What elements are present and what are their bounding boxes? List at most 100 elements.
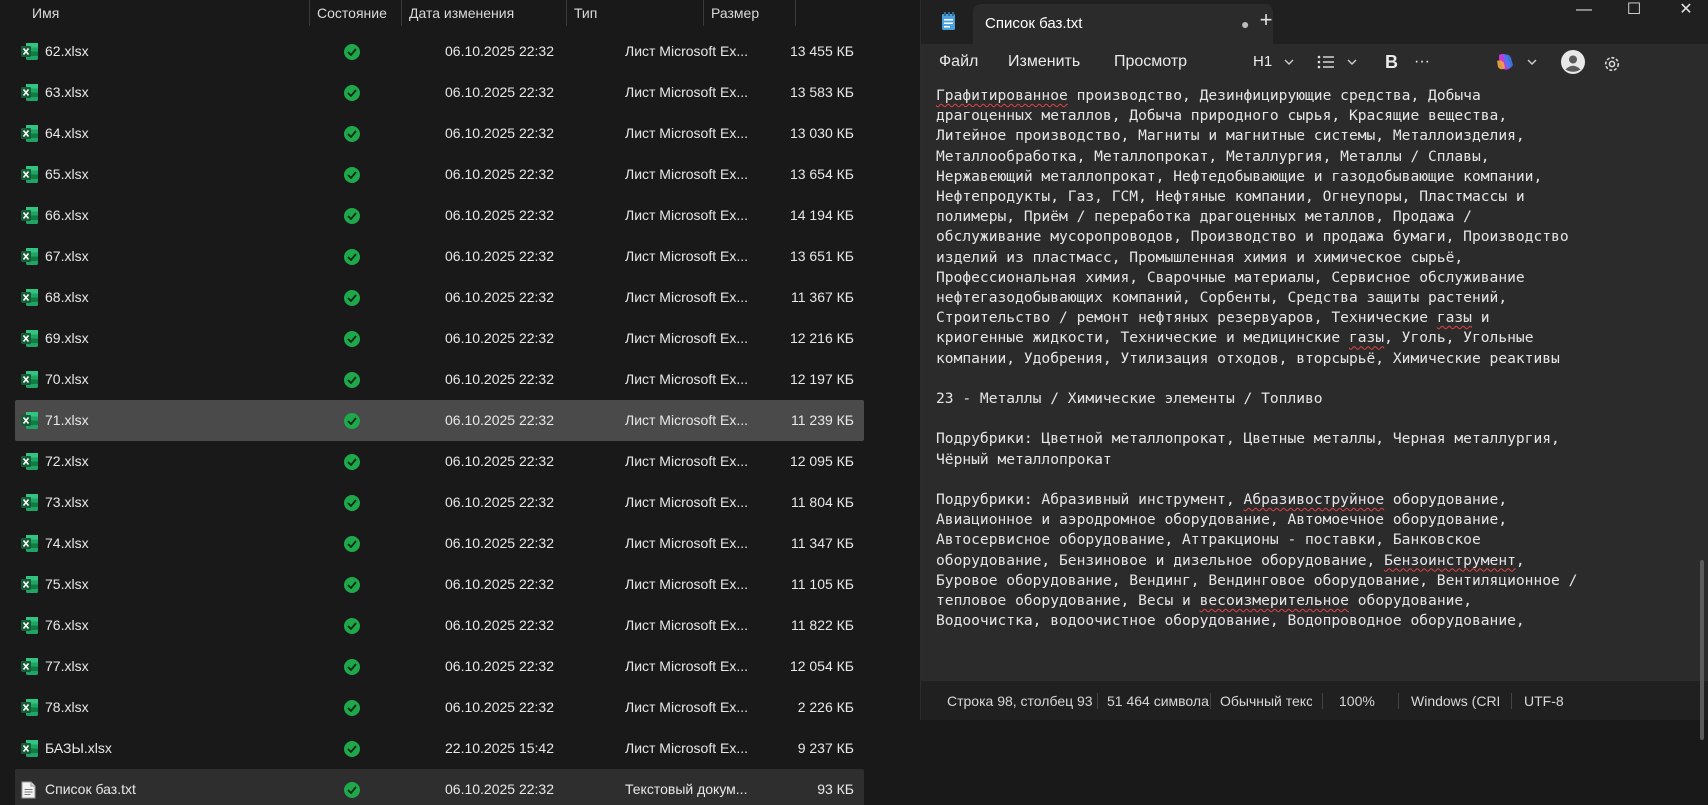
column-header-size[interactable]: Размер bbox=[705, 0, 759, 26]
file-name[interactable]: 78.xlsx bbox=[45, 687, 89, 728]
file-row[interactable]: 66.xlsx 06.10.2025 22:32 Лист Microsoft Ex… bbox=[15, 195, 864, 236]
title-bar: Список баз.txt ● + — ☐ ✕ bbox=[921, 0, 1708, 44]
column-header-type[interactable]: Тип bbox=[568, 0, 597, 26]
file-name[interactable]: 64.xlsx bbox=[45, 113, 89, 154]
file-name[interactable]: 74.xlsx bbox=[45, 523, 89, 564]
file-name[interactable]: 71.xlsx bbox=[45, 400, 89, 441]
excel-icon bbox=[21, 318, 39, 359]
settings-button[interactable] bbox=[1602, 52, 1622, 72]
excel-icon bbox=[21, 113, 39, 154]
sync-ok-icon bbox=[344, 769, 364, 805]
column-divider[interactable] bbox=[401, 0, 402, 26]
file-modified-date: 06.10.2025 22:32 bbox=[445, 494, 554, 510]
unsaved-indicator-icon[interactable]: ● bbox=[1241, 4, 1249, 44]
close-button[interactable]: ✕ bbox=[1663, 0, 1708, 20]
file-name[interactable]: 68.xlsx bbox=[45, 277, 89, 318]
file-row[interactable]: 68.xlsx 06.10.2025 22:32 Лист Microsoft Ex… bbox=[15, 277, 864, 318]
zoom-level[interactable]: 100% bbox=[1339, 681, 1399, 721]
file-row[interactable]: 76.xlsx 06.10.2025 22:32 Лист Microsoft Ex… bbox=[15, 605, 864, 646]
file-row[interactable]: 78.xlsx 06.10.2025 22:32 Лист Microsoft Ex… bbox=[15, 687, 864, 728]
status-divider bbox=[1322, 693, 1323, 709]
file-size: 11 367 КБ bbox=[790, 289, 854, 305]
file-name[interactable]: 75.xlsx bbox=[45, 564, 89, 605]
file-row[interactable]: 62.xlsx 06.10.2025 22:32 Лист Microsoft Ex… bbox=[15, 31, 864, 72]
tab-document[interactable]: Список баз.txt ● bbox=[973, 4, 1273, 44]
vertical-scrollbar[interactable] bbox=[1700, 560, 1704, 740]
text-line: драгоценных металлов, Добыча природного … bbox=[936, 107, 1508, 125]
file-row[interactable]: БАЗЫ.xlsx 22.10.2025 15:42 Лист Microsoft … bbox=[15, 728, 864, 769]
file-name[interactable]: 70.xlsx bbox=[45, 359, 89, 400]
file-name[interactable]: 65.xlsx bbox=[45, 154, 89, 195]
file-size: 12 197 КБ bbox=[789, 371, 854, 387]
menu-bar: Файл Изменить Просмотр H1 B ··· bbox=[921, 44, 1708, 80]
excel-icon bbox=[21, 482, 39, 523]
file-modified-date: 06.10.2025 22:32 bbox=[445, 535, 554, 551]
column-header-name[interactable]: Имя bbox=[26, 0, 59, 26]
menu-view[interactable]: Просмотр bbox=[1114, 44, 1187, 80]
menu-edit[interactable]: Изменить bbox=[1008, 44, 1080, 80]
file-name[interactable]: 62.xlsx bbox=[45, 31, 89, 72]
file-row[interactable]: 77.xlsx 06.10.2025 22:32 Лист Microsoft Ex… bbox=[15, 646, 864, 687]
column-divider[interactable] bbox=[703, 0, 704, 26]
text-line: Подрубрики: Абразивный инструмент, Абраз… bbox=[936, 491, 1508, 509]
file-name[interactable]: Список баз.txt bbox=[45, 769, 136, 805]
bold-button[interactable]: B bbox=[1385, 44, 1398, 80]
encoding[interactable]: UTF-8 bbox=[1524, 681, 1584, 721]
spelling-underline: газы bbox=[1348, 329, 1385, 347]
file-name[interactable]: 69.xlsx bbox=[45, 318, 89, 359]
file-row[interactable]: 67.xlsx 06.10.2025 22:32 Лист Microsoft Ex… bbox=[15, 236, 864, 277]
text-line: оборудование, Бензиновое и дизельное обо… bbox=[936, 551, 1525, 569]
file-list: 62.xlsx 06.10.2025 22:32 Лист Microsoft Ex… bbox=[15, 31, 864, 805]
file-size: 12 054 КБ bbox=[789, 658, 854, 674]
column-header-status[interactable]: Состояние bbox=[311, 0, 387, 26]
column-divider[interactable] bbox=[795, 0, 796, 26]
file-row[interactable]: Список баз.txt 06.10.2025 22:32 Текстовый … bbox=[15, 769, 864, 805]
file-modified-date: 06.10.2025 22:32 bbox=[445, 617, 554, 633]
file-row[interactable]: 65.xlsx 06.10.2025 22:32 Лист Microsoft Ex… bbox=[15, 154, 864, 195]
minimize-button[interactable]: — bbox=[1561, 0, 1607, 20]
text-line: Нержавеющий металлопрокат, Нефтедобывающ… bbox=[936, 167, 1543, 185]
text-editor[interactable]: Графитированное производство, Дезинфицир… bbox=[921, 80, 1708, 680]
file-name[interactable]: 66.xlsx bbox=[45, 195, 89, 236]
file-row[interactable]: 74.xlsx 06.10.2025 22:32 Лист Microsoft Ex… bbox=[15, 523, 864, 564]
cursor-position[interactable]: Строка 98, столбец 93 bbox=[947, 681, 1097, 721]
maximize-button[interactable]: ☐ bbox=[1611, 0, 1657, 20]
file-type: Лист Microsoft Ex... bbox=[625, 289, 748, 305]
file-row[interactable]: 75.xlsx 06.10.2025 22:32 Лист Microsoft Ex… bbox=[15, 564, 864, 605]
file-row[interactable]: 70.xlsx 06.10.2025 22:32 Лист Microsoft Ex… bbox=[15, 359, 864, 400]
column-divider[interactable] bbox=[566, 0, 567, 26]
file-name[interactable]: БАЗЫ.xlsx bbox=[45, 728, 112, 769]
more-options-button[interactable]: ··· bbox=[1414, 44, 1430, 80]
file-name[interactable]: 67.xlsx bbox=[45, 236, 89, 277]
text-line: Строительство / ремонт нефтяных резервуа… bbox=[936, 309, 1490, 327]
file-modified-date: 22.10.2025 15:42 bbox=[445, 740, 554, 756]
file-type: Лист Microsoft Ex... bbox=[625, 699, 748, 715]
file-name[interactable]: 72.xlsx bbox=[45, 441, 89, 482]
copilot-dropdown[interactable] bbox=[1495, 44, 1537, 80]
copilot-icon bbox=[1497, 53, 1513, 70]
chevron-down-icon bbox=[1527, 59, 1537, 66]
file-name[interactable]: 77.xlsx bbox=[45, 646, 89, 687]
format-mode[interactable]: Обычный текст bbox=[1220, 681, 1312, 721]
file-row[interactable]: 71.xlsx 06.10.2025 22:32 Лист Microsoft Ex… bbox=[15, 400, 864, 441]
menu-file[interactable]: Файл bbox=[939, 44, 978, 80]
file-row[interactable]: 64.xlsx 06.10.2025 22:32 Лист Microsoft Ex… bbox=[15, 113, 864, 154]
new-tab-button[interactable]: + bbox=[1251, 9, 1281, 31]
file-row[interactable]: 69.xlsx 06.10.2025 22:32 Лист Microsoft Ex… bbox=[15, 318, 864, 359]
list-dropdown[interactable] bbox=[1317, 44, 1357, 80]
file-name[interactable]: 73.xlsx bbox=[45, 482, 89, 523]
account-button[interactable] bbox=[1561, 50, 1585, 74]
file-name[interactable]: 76.xlsx bbox=[45, 605, 89, 646]
excel-icon bbox=[21, 687, 39, 728]
column-header-modified[interactable]: Дата изменения bbox=[403, 0, 514, 26]
column-divider[interactable] bbox=[309, 0, 310, 26]
excel-icon bbox=[21, 523, 39, 564]
spelling-underline: Абразивоструйное bbox=[1243, 491, 1385, 509]
line-ending[interactable]: Windows (CRLF) bbox=[1411, 681, 1499, 721]
file-row[interactable]: 73.xlsx 06.10.2025 22:32 Лист Microsoft Ex… bbox=[15, 482, 864, 523]
file-row[interactable]: 72.xlsx 06.10.2025 22:32 Лист Microsoft Ex… bbox=[15, 441, 864, 482]
heading-dropdown[interactable]: H1 bbox=[1253, 44, 1294, 80]
file-row[interactable]: 63.xlsx 06.10.2025 22:32 Лист Microsoft Ex… bbox=[15, 72, 864, 113]
file-name[interactable]: 63.xlsx bbox=[45, 72, 89, 113]
file-modified-date: 06.10.2025 22:32 bbox=[445, 453, 554, 469]
